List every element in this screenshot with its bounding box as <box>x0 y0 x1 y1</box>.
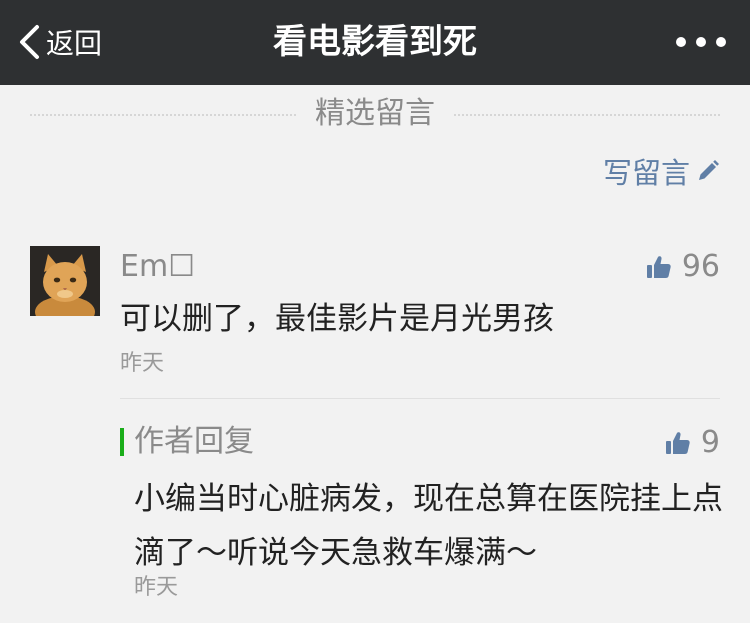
cat-avatar-image <box>30 246 100 316</box>
comment-text: 可以删了，最佳影片是月光男孩 <box>120 301 554 337</box>
featured-comments-header: 精选留言 <box>30 92 720 136</box>
author-reply-label: 作者回复 <box>134 424 254 459</box>
reply-time: 昨天 <box>134 575 179 600</box>
comment-like-button[interactable]: 96 <box>646 248 720 286</box>
divider-right <box>454 114 720 116</box>
more-dots-icon <box>696 37 706 47</box>
reply-accent-bar <box>120 428 124 456</box>
reply-like-button[interactable]: 9 <box>665 424 720 462</box>
reply-separator <box>120 398 720 399</box>
more-button[interactable] <box>676 30 726 54</box>
thumbs-up-icon <box>665 432 690 454</box>
pencil-icon <box>699 160 719 180</box>
thumbs-up-icon <box>646 256 671 278</box>
reply-text: 小编当时心脏病发，现在总算在医院挂上点滴了～听说今天急救车爆满～ <box>134 481 723 571</box>
avatar[interactable] <box>30 246 100 316</box>
page-title: 看电影看到死 <box>273 22 477 62</box>
write-comment-label: 写留言 <box>602 156 690 190</box>
comment-time: 昨天 <box>120 351 165 376</box>
nav-bar: 返回 看电影看到死 <box>0 0 750 85</box>
more-dots-icon <box>676 37 686 47</box>
chevron-left-icon <box>20 25 39 59</box>
comment-like-count: 96 <box>681 249 720 284</box>
back-button[interactable]: 返回 <box>18 22 102 62</box>
reply-like-count: 9 <box>700 425 720 460</box>
comment-author: Em☐ <box>120 249 196 284</box>
back-label: 返回 <box>46 27 103 60</box>
write-comment-button[interactable]: 写留言 <box>603 150 720 192</box>
more-dots-icon <box>716 37 726 47</box>
